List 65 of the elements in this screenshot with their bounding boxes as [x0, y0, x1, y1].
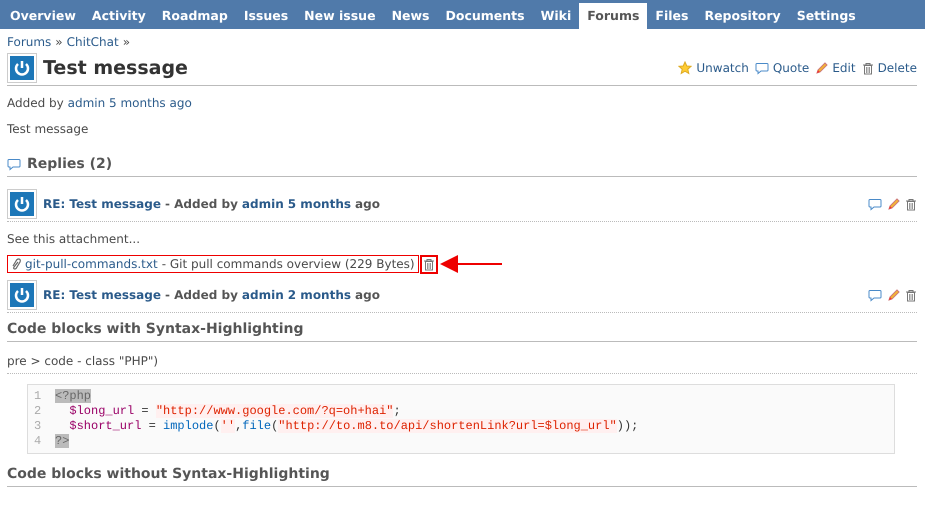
delete-link[interactable]: Delete — [862, 61, 917, 75]
breadcrumb-link[interactable]: Forums — [7, 35, 52, 49]
author-line: Added by admin 5 months ago — [7, 96, 193, 110]
reply-subject-link[interactable]: RE: Test message — [43, 288, 161, 302]
message-body: Test message — [7, 122, 90, 136]
nav-tab[interactable]: News — [384, 3, 438, 29]
nav-tab[interactable]: Files — [647, 3, 696, 29]
author-link[interactable]: admin — [68, 96, 106, 110]
section-subheading: pre > code - class "PHP") — [7, 354, 917, 374]
avatar-icon — [7, 280, 37, 310]
message-title: Test message — [43, 57, 189, 79]
breadcrumb-separator: » — [122, 35, 130, 49]
quote-link[interactable]: Quote — [754, 61, 810, 75]
section-heading: Code blocks without Syntax-Highlighting — [7, 466, 917, 487]
line-number: 3 — [34, 419, 42, 434]
quote-button[interactable] — [868, 198, 882, 210]
age-suffix: ago — [355, 197, 380, 211]
section-heading: Code blocks with Syntax-Highlighting — [7, 321, 917, 342]
age-link[interactable]: 5 months ago — [109, 96, 192, 110]
author-link[interactable]: admin — [242, 288, 284, 302]
delete-button[interactable] — [905, 288, 917, 302]
nav-tab[interactable]: New issue — [296, 3, 384, 29]
line-number: 4 — [34, 434, 42, 449]
trash-icon — [862, 62, 874, 74]
attachment-description: - Git pull commands overview (229 Bytes) — [162, 257, 415, 271]
nav-tab[interactable]: Activity — [84, 3, 154, 29]
age-link[interactable]: 2 months — [288, 288, 352, 302]
pencil-icon — [815, 62, 828, 74]
age-link[interactable]: 5 months — [288, 197, 352, 211]
nav-tab[interactable]: Wiki — [532, 3, 580, 29]
nav-tab[interactable]: Roadmap — [154, 3, 236, 29]
unwatch-link[interactable]: Unwatch — [678, 61, 749, 75]
delete-attachment-button[interactable] — [422, 258, 435, 270]
author-link[interactable]: admin — [242, 197, 284, 211]
nav-tab[interactable]: Settings — [788, 3, 864, 29]
paperclip-icon — [11, 258, 21, 270]
age-suffix: ago — [355, 288, 380, 302]
nav-tab[interactable]: Issues — [236, 3, 296, 29]
code-line: $short_url = implode('',file("http://to.m8.to/api/shortenLink?url=$long_url")); — [68, 419, 638, 434]
avatar-icon — [7, 53, 37, 83]
added-by-label: - Added by — [164, 197, 238, 211]
attachment-link[interactable]: git-pull-commands.txt — [25, 257, 158, 271]
breadcrumb-link[interactable]: ChitChat — [66, 35, 119, 49]
reply-subject-link[interactable]: RE: Test message — [43, 197, 161, 211]
quote-button[interactable] — [868, 288, 882, 302]
line-number: 2 — [34, 404, 42, 419]
nav-tab[interactable]: Repository — [696, 3, 789, 29]
avatar-icon — [7, 189, 37, 219]
line-number: 1 — [34, 389, 42, 404]
replies-heading: Replies (2) — [27, 156, 112, 172]
edit-button[interactable] — [887, 198, 900, 210]
reply-body: See this attachment... — [7, 232, 142, 246]
breadcrumb-separator: » — [55, 35, 63, 49]
added-by-label: - Added by — [164, 288, 238, 302]
code-line: $long_url = "http://www.google.com/?q=oh+hai"; — [68, 404, 401, 419]
nav-tab[interactable]: Overview — [2, 3, 84, 29]
speech-bubble-icon — [7, 158, 21, 170]
nav-tab[interactable]: Forums — [579, 3, 648, 29]
nav-tab[interactable]: Documents — [438, 3, 533, 29]
speech-bubble-icon — [754, 62, 769, 74]
edit-link[interactable]: Edit — [815, 61, 856, 75]
arrow-annotation — [440, 254, 502, 274]
edit-button[interactable] — [887, 288, 900, 302]
star-icon — [678, 61, 692, 75]
delete-button[interactable] — [905, 198, 917, 210]
